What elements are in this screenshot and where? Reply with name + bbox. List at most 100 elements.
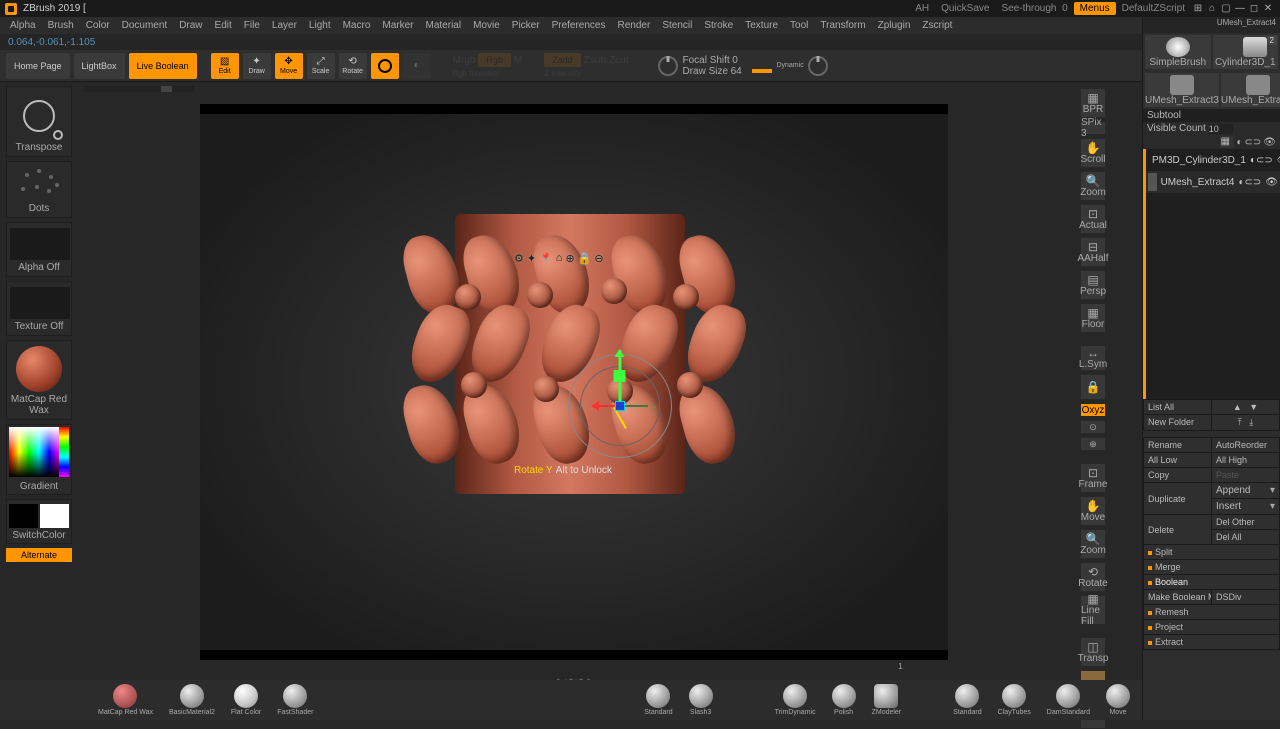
brush-move[interactable]: Move	[1106, 684, 1130, 716]
append-button[interactable]: Append▾	[1212, 483, 1279, 498]
tool-thumb-extract3[interactable]: UMesh_Extract3	[1145, 73, 1219, 107]
brush-zmodeler[interactable]: ZModeler1	[872, 684, 902, 716]
newfolder-button[interactable]: New Folder	[1144, 415, 1211, 430]
delete-button[interactable]: Delete	[1144, 515, 1211, 544]
draw-knob[interactable]	[808, 56, 828, 76]
gizmo-toolbar[interactable]: ⚙✦📍 ⌂⊕🔒⊖	[514, 252, 604, 265]
stroke-dots[interactable]: Dots	[6, 161, 72, 218]
move-up-button[interactable]: ▲ ▼	[1212, 400, 1279, 414]
insert-button[interactable]: Insert▾	[1212, 499, 1279, 514]
transp-button[interactable]: ◫Transp	[1080, 637, 1106, 667]
mat-fastshader[interactable]: FastShader	[277, 684, 313, 716]
brush-trimdynamic[interactable]: TrimDynamic	[775, 684, 816, 716]
rename-button[interactable]: Rename	[1144, 438, 1211, 452]
solo-icon[interactable]: ◐	[1236, 137, 1242, 148]
group-icon[interactable]: ▦	[1220, 136, 1234, 148]
menu-color[interactable]: Color	[81, 20, 115, 31]
lightbox-button[interactable]: LightBox	[74, 53, 125, 79]
alpha-swatch[interactable]: Alpha Off	[6, 222, 72, 277]
boolean-section[interactable]: Boolean	[1144, 575, 1279, 589]
brush-claytubes[interactable]: ClayTubes	[998, 684, 1031, 716]
eye-icon[interactable]: 👁	[1265, 177, 1278, 188]
menu-preferences[interactable]: Preferences	[547, 20, 611, 31]
menu-zscript[interactable]: Zscript	[917, 20, 957, 31]
chain-icon[interactable]: ⊂⊃	[1245, 137, 1262, 148]
menu-tool[interactable]: Tool	[785, 20, 813, 31]
menu-edit[interactable]: Edit	[210, 20, 237, 31]
copy-button[interactable]: Copy	[1144, 468, 1211, 482]
scroll-button[interactable]: ✋Scroll	[1080, 138, 1106, 168]
actual-button[interactable]: ⊡Actual	[1080, 204, 1106, 234]
menu-picker[interactable]: Picker	[507, 20, 545, 31]
mat-redwax[interactable]: MatCap Red Wax	[98, 684, 153, 716]
color-picker[interactable]: Gradient	[6, 424, 72, 495]
transpose-tool[interactable]: Transpose	[6, 86, 72, 157]
rotate-mode-button[interactable]: ⟲Rotate	[339, 53, 367, 79]
tool-thumb-brush[interactable]: SimpleBrush	[1145, 35, 1211, 69]
alternate-button[interactable]: Alternate	[6, 548, 72, 562]
home-page-button[interactable]: Home Page	[6, 53, 70, 79]
merge-section[interactable]: Merge	[1144, 560, 1279, 574]
alllow-button[interactable]: All Low	[1144, 453, 1211, 467]
dsdiv-button[interactable]: DSDiv	[1212, 590, 1279, 604]
subtool-header[interactable]: Subtool	[1143, 109, 1280, 122]
split-section[interactable]: Split	[1144, 545, 1279, 559]
extract-section[interactable]: Extract	[1144, 635, 1279, 649]
autoreorder-button[interactable]: AutoReorder	[1212, 438, 1279, 452]
menu-marker[interactable]: Marker	[377, 20, 418, 31]
menu-macro[interactable]: Macro	[338, 20, 376, 31]
menu-transform[interactable]: Transform	[815, 20, 870, 31]
scale-mode-button[interactable]: ⤢Scale	[307, 53, 335, 79]
live-boolean-button[interactable]: Live Boolean	[129, 53, 197, 79]
menu-layer[interactable]: Layer	[267, 20, 302, 31]
quicksave-button[interactable]: QuickSave	[935, 3, 995, 14]
brush-polish[interactable]: Polish	[832, 684, 856, 716]
floor-button[interactable]: ▦Floor	[1080, 303, 1106, 333]
tool-thumb-extract4[interactable]: UMesh_Extract4	[1221, 73, 1280, 107]
frame-button[interactable]: ⊡Frame	[1080, 463, 1106, 493]
spix-button[interactable]: SPix 3	[1080, 121, 1106, 135]
menu-movie[interactable]: Movie	[468, 20, 505, 31]
project-section[interactable]: Project	[1144, 620, 1279, 634]
mat-flatcolor[interactable]: Flat Color	[231, 684, 261, 716]
transform-gizmo[interactable]	[560, 346, 680, 466]
dynamic-toggle[interactable]: Dynamic	[776, 62, 803, 69]
bpr-button[interactable]: ▦BPR	[1080, 88, 1106, 118]
draw-size-slider[interactable]	[752, 69, 772, 73]
material-swatch[interactable]: MatCap Red Wax	[6, 340, 72, 420]
menu-zplugin[interactable]: Zplugin	[873, 20, 916, 31]
menu-stroke[interactable]: Stroke	[699, 20, 738, 31]
menu-document[interactable]: Document	[117, 20, 173, 31]
menus-toggle[interactable]: Menus	[1074, 2, 1116, 15]
mat-basic2[interactable]: BasicMaterial2	[169, 684, 215, 716]
focal-knob[interactable]	[658, 56, 678, 76]
brush-damstandard[interactable]: DamStandard	[1047, 684, 1090, 716]
makeboolean-button[interactable]: Make Boolean Mesh	[1144, 590, 1211, 604]
allhigh-button[interactable]: All High	[1212, 453, 1279, 467]
lock-view-button[interactable]: 🔒	[1080, 374, 1106, 400]
delother-button[interactable]: Del Other	[1212, 515, 1279, 529]
linefill-button[interactable]: ▦Line Fill	[1080, 595, 1106, 625]
subtool-extract4[interactable]: UMesh_Extract4 ◐⊂⊃👁	[1146, 171, 1280, 193]
tool-thumb-cylinder[interactable]: 2Cylinder3D_1	[1213, 35, 1279, 69]
menu-light[interactable]: Light	[304, 20, 336, 31]
lsym-button[interactable]: ↔L.Sym	[1080, 345, 1106, 371]
persp-button[interactable]: ▤Persp	[1080, 270, 1106, 300]
move-top-button[interactable]: ⤒ ⤓	[1212, 415, 1279, 430]
move-mode-button[interactable]: ✥Move	[275, 53, 303, 79]
gizmo-button[interactable]	[371, 53, 399, 79]
menu-texture[interactable]: Texture	[740, 20, 783, 31]
menu-file[interactable]: File	[239, 20, 265, 31]
switch-color[interactable]: SwitchColor	[6, 499, 72, 544]
brush-standard2[interactable]: Standard	[953, 684, 981, 716]
eye-all-icon[interactable]: 👁	[1263, 137, 1276, 148]
subtool-cylinder[interactable]: PM3D_Cylinder3D_1 ◐⊂⊃👁	[1146, 149, 1280, 171]
menu-draw[interactable]: Draw	[174, 20, 207, 31]
menu-alpha[interactable]: Alpha	[5, 20, 41, 31]
remesh-section[interactable]: Remesh	[1144, 605, 1279, 619]
menu-brush[interactable]: Brush	[43, 20, 79, 31]
move-view-button[interactable]: ✋Move	[1080, 496, 1106, 526]
window-controls[interactable]: ⊞⌂▢—◻✕	[1191, 3, 1275, 14]
brush-slash3[interactable]: Slash3	[689, 684, 713, 716]
timeline-strip[interactable]	[84, 86, 194, 92]
